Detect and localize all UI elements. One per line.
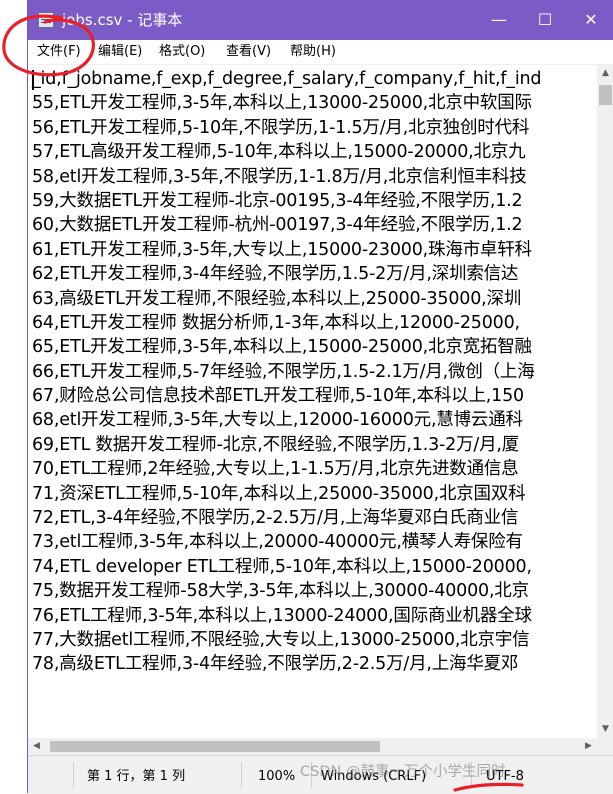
status-divider [241,762,242,788]
vertical-scroll-thumb[interactable] [599,85,612,105]
window-title: jobs.csv - 记事本 [62,11,183,29]
scroll-down-icon[interactable]: ▼ [597,721,613,738]
scroll-up-icon[interactable]: ▲ [597,65,613,82]
text-line: 55,ETL开发工程师,3-5年,本科以上,13000-25000,北京中软国际 [32,93,532,114]
text-line: 68,etl开发工程师,3-5年,大专以上,12000-16000元,慧博云通科 [32,410,523,431]
text-line: 77,大数据etl工程师,不限经验,大专以上,13000-25000,北京宇信 [32,629,530,650]
close-button[interactable]: ✕ [568,0,613,40]
text-line: 58,etl开发工程师,3-5年,不限学历,1-1.8万/月,北京信利恒丰科技 [32,166,527,187]
text-line: 73,etl工程师,3-5年,本科以上,20000-40000元,横琴人寿保险有 [32,532,523,553]
text-line: 59,大数据ETL开发工程师-北京-00195,3-4年经验,不限学历,1.2 [32,190,523,211]
vertical-scrollbar[interactable]: ▲ ▼ [597,65,613,738]
text-line: 56,ETL开发工程师,5-10年,不限学历,1-1.5万/月,北京独创时代科 [32,117,530,138]
menu-help[interactable]: 帮助(H) [285,43,341,61]
cursor-position: 第 1 行，第 1 列 [87,769,186,784]
text-line: 62,ETL开发工程师,3-4年经验,不限学历,1.5-2万/月,深圳索信达 [32,264,519,285]
text-line: 69,ETL 数据开发工程师-北京,不限经验,不限学历,1.3-2万/月,厦 [32,434,520,455]
text-line: _id,f_jobname,f_exp,f_degree,f_salary,f_… [32,69,542,89]
minimize-button[interactable]: — [476,0,522,40]
status-divider [73,762,74,788]
text-lines: _id,f_jobname,f_exp,f_degree,f_salary,f_… [32,67,542,677]
text-line: 60,大数据ETL开发工程师-杭州-00197,3-4年经验,不限学历,1.2 [32,215,523,236]
notepad-window: jobs.csv - 记事本 — ☐ ✕ 文件(F) 编辑(E) 格式(O) 查… [27,0,613,794]
text-line: 78,高级ETL工程师,3-4年经验,不限学历,2-2.5万/月,上海华夏邓 [32,654,519,675]
text-line: 71,资深ETL工程师,5-10年,本科以上,25000-35000,北京国双科 [32,483,526,504]
text-line: 74,ETL developer ETL工程师,5-10年,本科以上,15000… [32,556,532,577]
text-line: 75,数据开发工程师-58大学,3-5年,本科以上,30000-40000,北京 [32,581,529,602]
zoom-level: 100% [258,769,296,784]
text-line: 63,高级ETL开发工程师,不限经验,本科以上,25000-35000,深圳 [32,288,522,309]
text-line: 72,ETL,3-4年经验,不限学历,2-2.5万/月,上海华夏邓白氏商业信 [32,508,519,529]
text-editor[interactable]: _id,f_jobname,f_exp,f_degree,f_salary,f_… [28,65,597,738]
csdn-watermark: CSDN @鼓事一万个小学生同时 [300,764,506,780]
text-line: 57,ETL高级开发工程师,5-10年,本科以上,15000-20000,北京九 [32,142,526,163]
text-line: 61,ETL开发工程师,3-5年,大专以上,15000-23000,珠海市卓轩科 [32,239,532,260]
text-line: 66,ETL开发工程师,5-7年经验,不限学历,1.5-2.1万/月,微创（上海 [32,361,535,382]
menu-file[interactable]: 文件(F) [32,43,86,61]
text-caret [32,70,34,90]
menu-format[interactable]: 格式(O) [154,43,210,61]
notepad-app-icon[interactable] [38,12,54,28]
scrollbar-corner [597,738,613,755]
menu-edit[interactable]: 编辑(E) [93,43,147,61]
menu-bar: 文件(F) 编辑(E) 格式(O) 查看(V) 帮助(H) [28,40,613,65]
title-bar[interactable]: jobs.csv - 记事本 — ☐ ✕ [28,0,613,40]
text-line: 76,ETL工程师,3-5年,本科以上,13000-24000,国际商业机器全球 [32,605,532,626]
text-line: 64,ETL开发工程师 数据分析师,1-3年,本科以上,12000-25000, [32,312,520,333]
scroll-left-icon[interactable]: ◀ [28,738,45,755]
menu-view[interactable]: 查看(V) [221,43,276,61]
text-line: 67,财险总公司信息技术部ETL开发工程师,5-10年,本科以上,150 [32,386,524,407]
scroll-right-icon[interactable]: ▶ [580,738,597,755]
horizontal-scrollbar[interactable]: ◀ ▶ [28,738,597,755]
maximize-button[interactable]: ☐ [522,0,568,40]
horizontal-scroll-thumb[interactable] [50,741,380,752]
text-line: 70,ETL工程师,2年经验,大专以上,1-1.5万/月,北京先进数通信息 [32,459,519,480]
text-line: 65,ETL开发工程师,3-5年,本科以上,15000-25000,北京宽拓智融 [32,337,532,358]
